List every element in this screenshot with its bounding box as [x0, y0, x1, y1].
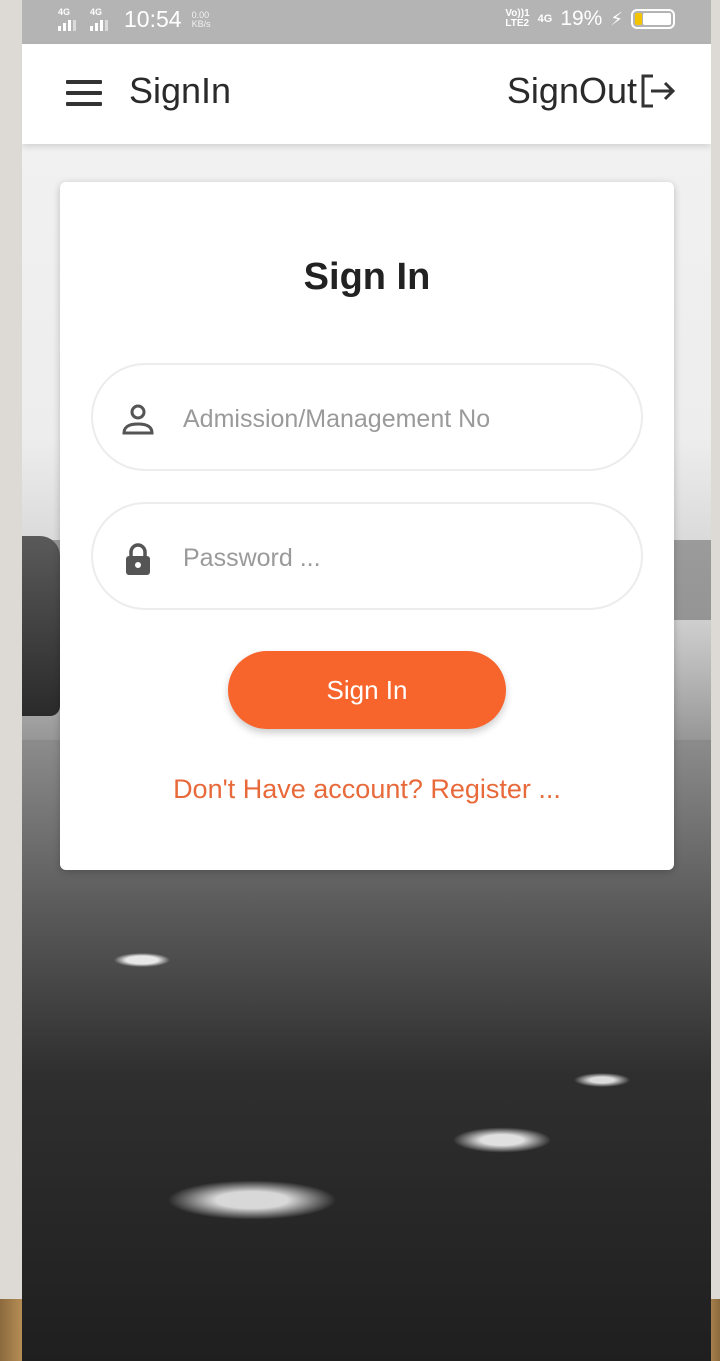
signal-network-label: 4G [90, 6, 103, 17]
signin-button[interactable]: Sign In [228, 651, 506, 729]
user-icon [122, 404, 154, 435]
signin-card: Sign In Sign In Don't Have account? Regi… [60, 182, 674, 870]
signal-icon: 4G [90, 7, 112, 33]
phone-screen: 4G 4G 10:54 0.00 KB/s Vo))1 LTE2 4G 19% … [22, 0, 711, 1361]
background-rock [22, 536, 60, 716]
status-bar-left: 4G 4G 10:54 0.00 KB/s [58, 6, 211, 33]
outer-frame-right [711, 0, 720, 1361]
data-rate: 0.00 KB/s [191, 10, 211, 29]
outer-frame-left [0, 0, 22, 1361]
status-time: 10:54 [124, 6, 182, 32]
battery-percent: 19% [560, 7, 603, 30]
signout-label: SignOut [506, 70, 637, 111]
password-input[interactable] [183, 534, 623, 582]
signin-title: Sign In [303, 256, 431, 298]
lte-label: LTE2 [505, 18, 530, 29]
lock-icon [126, 543, 150, 575]
volte-indicator: Vo))1 LTE2 [505, 9, 529, 29]
status-bar: 4G 4G 10:54 0.00 KB/s Vo))1 LTE2 4G 19% … [22, 0, 711, 44]
signal-icon: 4G [58, 7, 80, 33]
battery-level-fill [635, 13, 642, 25]
charging-bolt-icon: ⚡ [610, 8, 623, 29]
app-bar: SignIn SignOut [22, 44, 711, 144]
signout-button[interactable]: SignOut [507, 70, 679, 112]
sign-out-icon [641, 74, 676, 108]
signal-network-label: 4G [58, 6, 71, 17]
password-field[interactable] [91, 502, 643, 610]
hamburger-menu-icon[interactable] [66, 80, 102, 106]
username-input[interactable] [183, 395, 623, 443]
register-link[interactable]: Don't Have account? Register ... [60, 774, 674, 805]
data-rate-unit: KB/s [191, 18, 211, 29]
network-type-label: 4G [537, 13, 553, 25]
username-field[interactable] [91, 363, 643, 471]
battery-icon [631, 9, 675, 29]
app-bar-title: SignIn [129, 70, 232, 111]
status-bar-right: Vo))1 LTE2 4G 19% ⚡ [505, 7, 675, 31]
